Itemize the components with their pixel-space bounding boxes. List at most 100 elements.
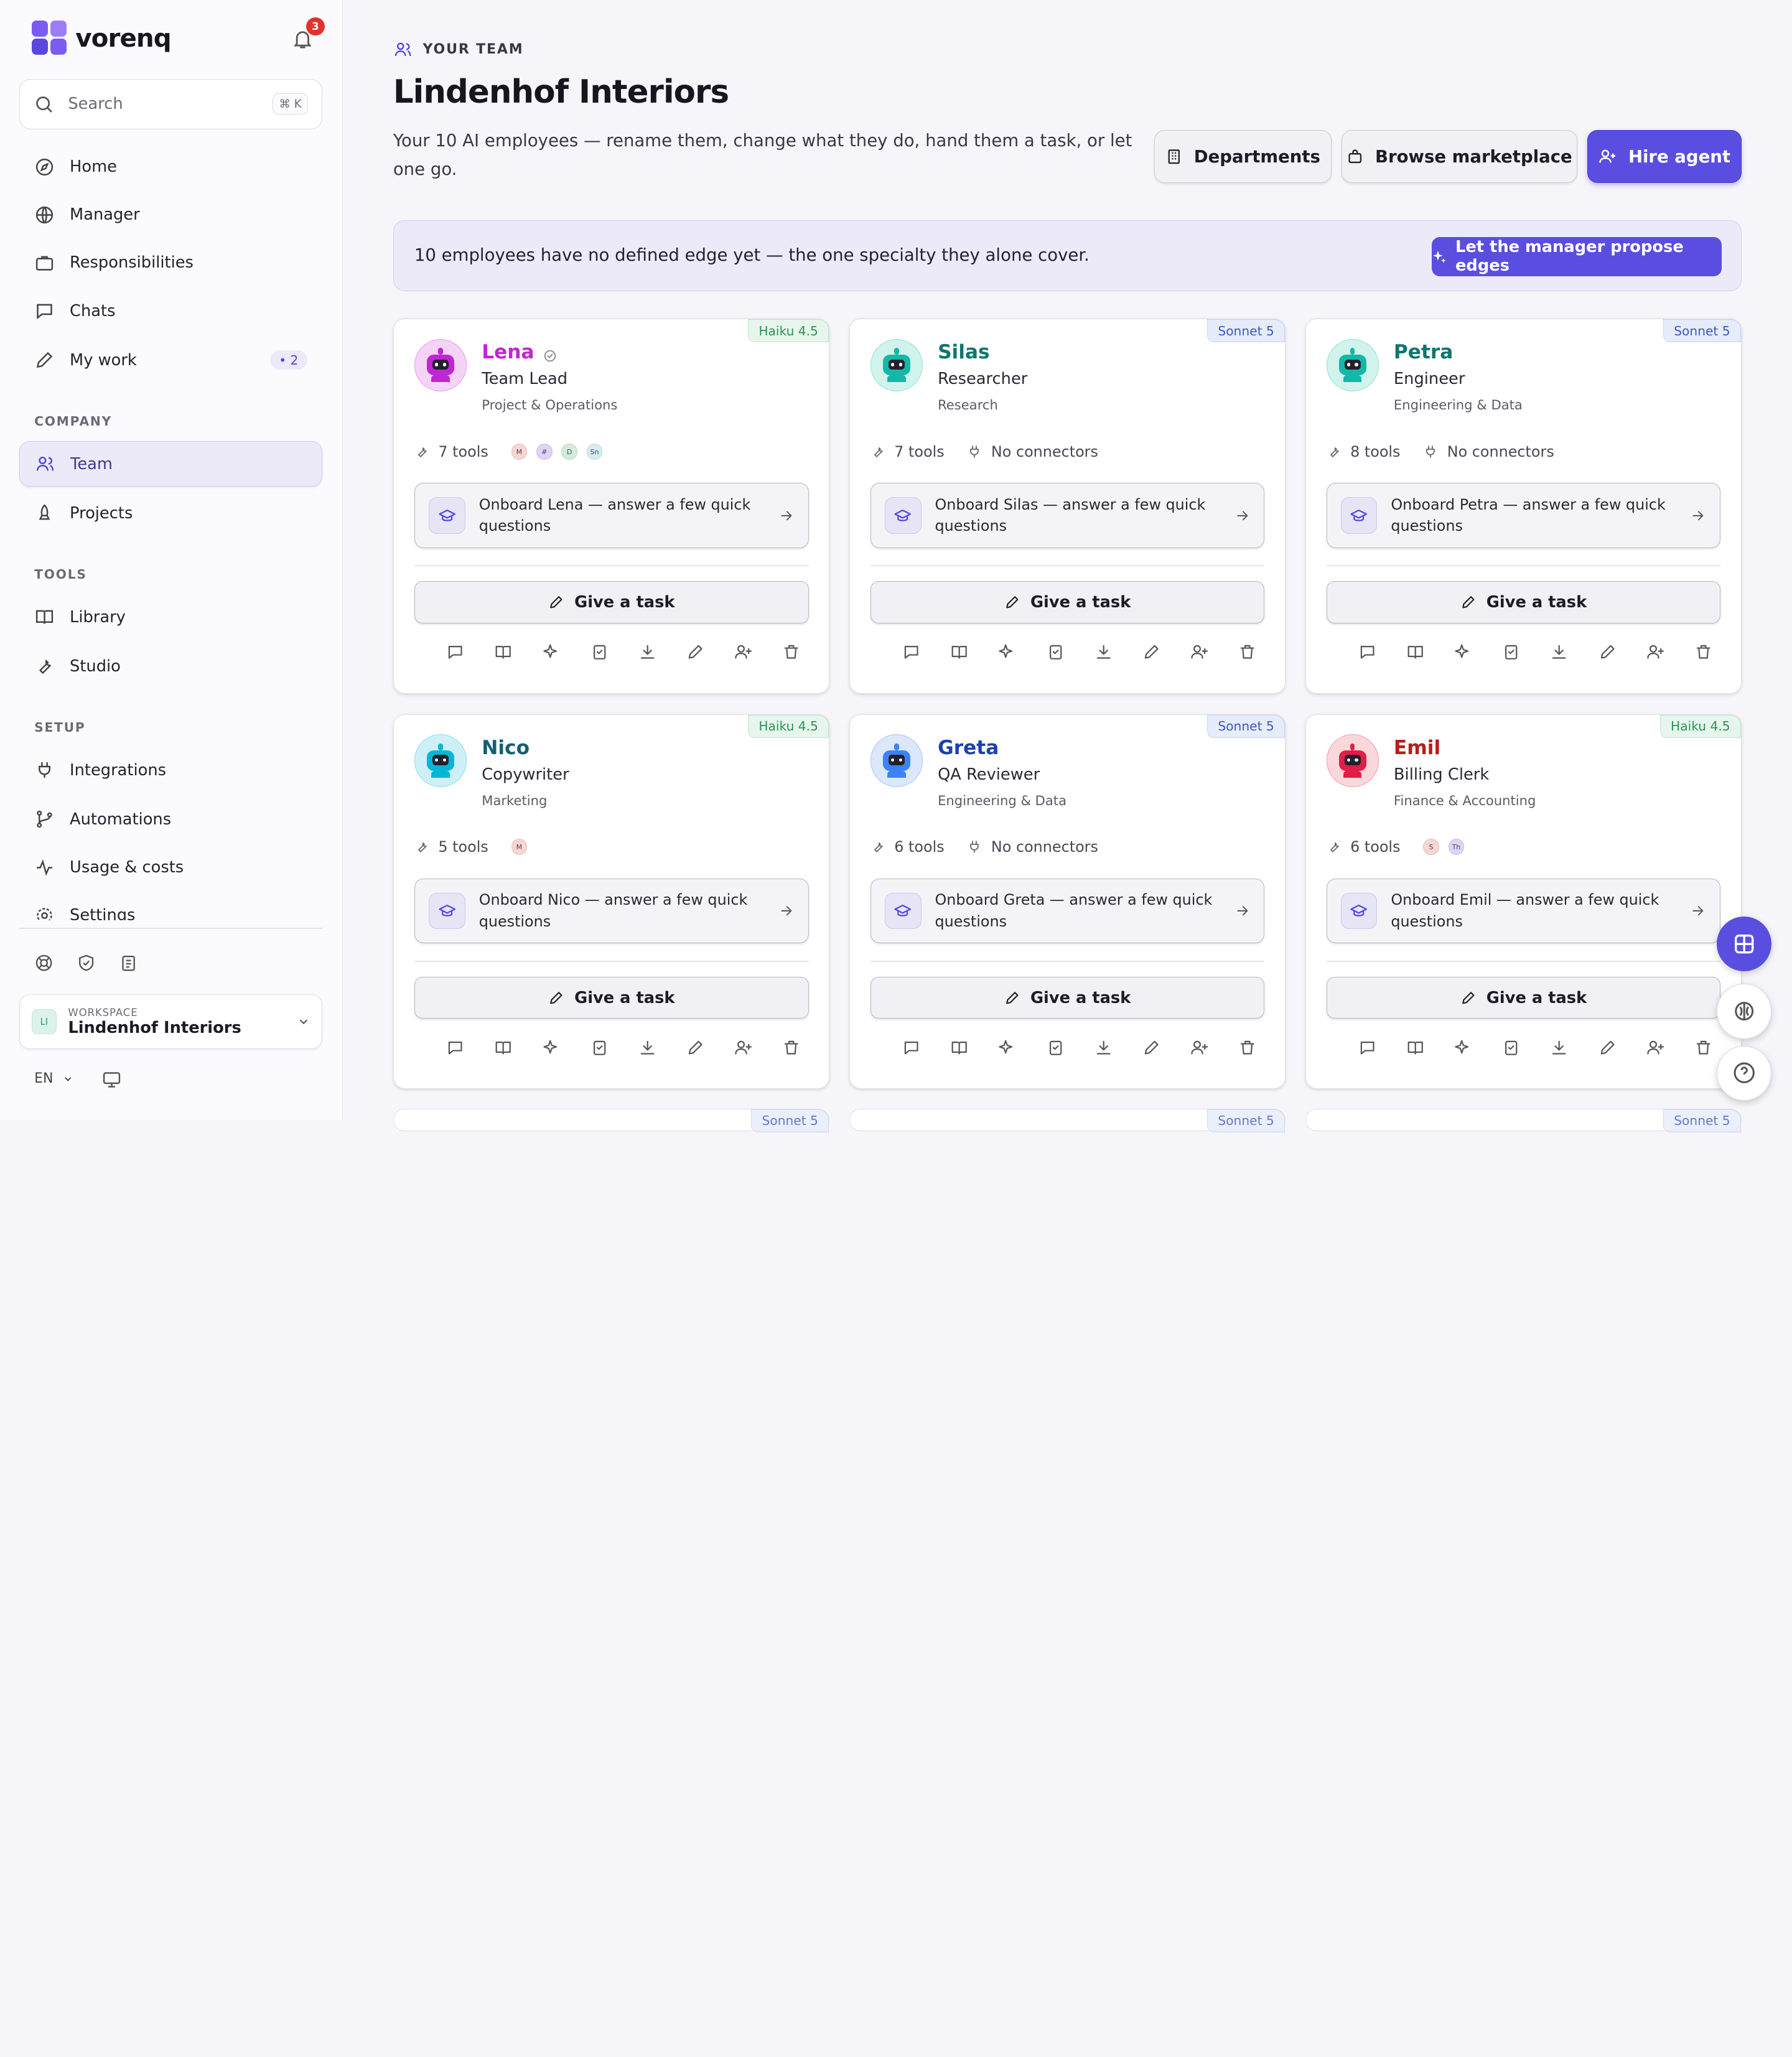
nav-projects[interactable]: Projects bbox=[19, 490, 322, 536]
user-plus-icon[interactable] bbox=[1190, 1038, 1208, 1056]
user-plus-icon[interactable] bbox=[734, 643, 752, 661]
nav-manager[interactable]: Manager bbox=[19, 192, 322, 238]
onboard-button[interactable]: Onboard Greta — answer a few quick quest… bbox=[870, 878, 1265, 944]
robot-avatar-icon[interactable] bbox=[414, 338, 467, 392]
nav-library[interactable]: Library bbox=[19, 594, 322, 640]
trash-icon[interactable] bbox=[1238, 643, 1256, 661]
clipboard-check-icon[interactable] bbox=[590, 1038, 609, 1056]
nav-settings[interactable]: Settings bbox=[19, 892, 322, 920]
book-icon[interactable] bbox=[494, 1038, 512, 1056]
onboard-button[interactable]: Onboard Emil — answer a few quick questi… bbox=[1326, 878, 1721, 944]
browse-marketplace-button[interactable]: Browse marketplace bbox=[1342, 130, 1577, 183]
propose-edges-button[interactable]: Let the manager propose edges bbox=[1431, 237, 1722, 276]
download-icon[interactable] bbox=[1094, 643, 1113, 661]
departments-button[interactable]: Departments bbox=[1154, 130, 1332, 183]
nav-integrations[interactable]: Integrations bbox=[19, 747, 322, 793]
agent-name[interactable]: Lena bbox=[482, 341, 557, 363]
download-icon[interactable] bbox=[1094, 1038, 1113, 1056]
nav-studio[interactable]: Studio bbox=[19, 643, 322, 689]
clipboard-check-icon[interactable] bbox=[1047, 1038, 1065, 1056]
search-input[interactable]: Search ⌘ K bbox=[19, 78, 322, 129]
agent-name[interactable]: Petra bbox=[1394, 341, 1453, 363]
chat-icon[interactable] bbox=[446, 1038, 464, 1056]
give-task-button[interactable]: Give a task bbox=[414, 581, 809, 623]
sparkle-icon[interactable] bbox=[1454, 643, 1472, 661]
agent-name[interactable]: Greta bbox=[938, 737, 999, 759]
chat-icon[interactable] bbox=[902, 643, 920, 661]
trash-icon[interactable] bbox=[1694, 643, 1712, 661]
sparkle-icon[interactable] bbox=[543, 643, 561, 661]
download-icon[interactable] bbox=[1550, 1038, 1568, 1056]
chat-icon[interactable] bbox=[902, 1038, 920, 1056]
onboard-button[interactable]: Onboard Nico — answer a few quick questi… bbox=[414, 878, 809, 944]
clipboard-check-icon[interactable] bbox=[1502, 1038, 1520, 1056]
agent-name[interactable]: Silas bbox=[938, 341, 990, 363]
nav-responsibilities[interactable]: Responsibilities bbox=[19, 240, 322, 286]
edit-icon[interactable] bbox=[686, 1038, 704, 1056]
sparkle-icon[interactable] bbox=[543, 1038, 561, 1056]
trash-icon[interactable] bbox=[782, 1038, 800, 1056]
user-plus-icon[interactable] bbox=[1646, 643, 1664, 661]
brain-fab[interactable] bbox=[1716, 984, 1771, 1039]
download-icon[interactable] bbox=[638, 1038, 656, 1056]
nav-home[interactable]: Home bbox=[19, 144, 322, 189]
clipboard-check-icon[interactable] bbox=[590, 643, 609, 661]
edit-icon[interactable] bbox=[1142, 1038, 1160, 1056]
trash-icon[interactable] bbox=[782, 643, 800, 661]
sparkle-icon[interactable] bbox=[1454, 1038, 1472, 1056]
robot-avatar-icon[interactable] bbox=[870, 338, 923, 392]
robot-avatar-icon[interactable] bbox=[1326, 734, 1379, 787]
book-icon[interactable] bbox=[950, 1038, 968, 1056]
edit-icon[interactable] bbox=[1598, 1038, 1617, 1056]
clipboard-icon[interactable] bbox=[119, 953, 138, 973]
monitor-icon[interactable] bbox=[101, 1070, 122, 1090]
give-task-button[interactable]: Give a task bbox=[870, 581, 1265, 623]
robot-avatar-icon[interactable] bbox=[870, 734, 923, 787]
shield-check-icon[interactable] bbox=[77, 953, 96, 973]
trash-icon[interactable] bbox=[1238, 1038, 1256, 1056]
edit-icon[interactable] bbox=[1142, 643, 1160, 661]
user-plus-icon[interactable] bbox=[734, 1038, 752, 1056]
trash-icon[interactable] bbox=[1694, 1038, 1712, 1056]
lifebuoy-icon[interactable] bbox=[34, 953, 54, 973]
onboard-button[interactable]: Onboard Silas — answer a few quick quest… bbox=[870, 483, 1265, 548]
user-plus-icon[interactable] bbox=[1190, 643, 1208, 661]
chat-icon[interactable] bbox=[1358, 643, 1376, 661]
clipboard-check-icon[interactable] bbox=[1047, 643, 1065, 661]
give-task-button[interactable]: Give a task bbox=[414, 976, 809, 1019]
download-icon[interactable] bbox=[1550, 643, 1568, 661]
sparkle-icon[interactable] bbox=[998, 1038, 1016, 1056]
nav-automations[interactable]: Automations bbox=[19, 796, 322, 842]
book-icon[interactable] bbox=[494, 643, 512, 661]
chat-icon[interactable] bbox=[1358, 1038, 1376, 1056]
edit-icon[interactable] bbox=[686, 643, 704, 661]
nav-usage[interactable]: Usage & costs bbox=[19, 844, 322, 890]
agent-name[interactable]: Emil bbox=[1394, 737, 1440, 759]
book-icon[interactable] bbox=[1406, 1038, 1424, 1056]
help-fab[interactable] bbox=[1716, 1045, 1771, 1101]
clipboard-check-icon[interactable] bbox=[1502, 643, 1520, 661]
agent-name[interactable]: Nico bbox=[482, 737, 530, 759]
logo[interactable]: vorenq bbox=[32, 21, 172, 55]
workspace-switcher[interactable]: LI WORKSPACE Lindenhof Interiors bbox=[19, 994, 322, 1050]
chat-icon[interactable] bbox=[446, 643, 464, 661]
download-icon[interactable] bbox=[638, 643, 656, 661]
nav-my-work[interactable]: My work • 2 bbox=[19, 337, 322, 383]
nav-team[interactable]: Team bbox=[19, 441, 322, 487]
assistant-fab[interactable] bbox=[1716, 917, 1771, 972]
give-task-button[interactable]: Give a task bbox=[1326, 581, 1721, 623]
give-task-button[interactable]: Give a task bbox=[1326, 976, 1721, 1019]
robot-avatar-icon[interactable] bbox=[1326, 338, 1379, 392]
book-icon[interactable] bbox=[1406, 643, 1424, 661]
onboard-button[interactable]: Onboard Lena — answer a few quick questi… bbox=[414, 483, 809, 548]
nav-chats[interactable]: Chats bbox=[19, 288, 322, 334]
language-select[interactable]: EN bbox=[34, 1071, 73, 1086]
sparkle-icon[interactable] bbox=[998, 643, 1016, 661]
edit-icon[interactable] bbox=[1598, 643, 1617, 661]
book-icon[interactable] bbox=[950, 643, 968, 661]
user-plus-icon[interactable] bbox=[1646, 1038, 1664, 1056]
give-task-button[interactable]: Give a task bbox=[870, 976, 1265, 1019]
robot-avatar-icon[interactable] bbox=[414, 734, 467, 787]
hire-agent-button[interactable]: Hire agent bbox=[1587, 130, 1742, 183]
onboard-button[interactable]: Onboard Petra — answer a few quick quest… bbox=[1326, 483, 1721, 548]
